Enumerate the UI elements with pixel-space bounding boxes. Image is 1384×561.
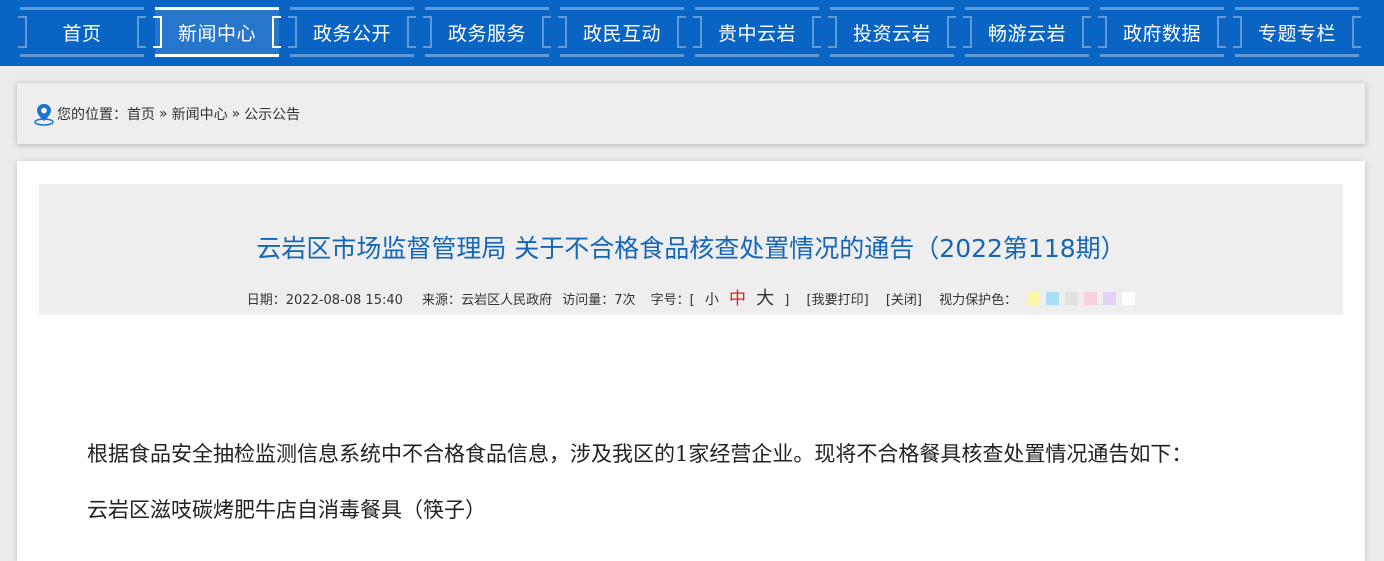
breadcrumb: 您的位置： 首页 » 新闻中心 » 公示公告 bbox=[17, 83, 1365, 144]
eye-color-purple-swatch[interactable] bbox=[1103, 292, 1117, 305]
nav-item-label: 畅游云岩 bbox=[987, 22, 1066, 45]
eye-color-pink-swatch[interactable] bbox=[1084, 292, 1098, 305]
article-header: 云岩区市场监督管理局 关于不合格食品核查处置情况的通告（2022第118期） 日… bbox=[39, 184, 1343, 315]
close-button[interactable]: [关闭] bbox=[886, 293, 922, 308]
nav-item-news-center[interactable]: 新闻中心 bbox=[153, 7, 281, 57]
article-meta: 日期：2022-08-08 15:40 来源：云岩区人民政府 访问量：7次 字号… bbox=[39, 289, 1343, 311]
eye-protect-label: 视力保护色： bbox=[939, 293, 1018, 308]
nav-item-label: 政务服务 bbox=[447, 22, 526, 45]
views-label: 访问量：7次 bbox=[562, 293, 636, 308]
nav-item-label: 政府数据 bbox=[1122, 22, 1201, 45]
source-label: 来源：云岩区人民政府 bbox=[422, 293, 553, 308]
font-large-button[interactable]: 大 bbox=[756, 288, 774, 309]
nav-item-guizhong[interactable]: 贵中云岩 bbox=[693, 7, 821, 57]
nav-item-invest[interactable]: 投资云岩 bbox=[828, 7, 956, 57]
nav-item-label: 首页 bbox=[62, 22, 102, 45]
nav-item-special[interactable]: 专题专栏 bbox=[1233, 7, 1361, 57]
nav-item-label: 投资云岩 bbox=[852, 22, 931, 45]
font-size-close-bracket: ] bbox=[784, 293, 790, 308]
eye-color-white-swatch[interactable] bbox=[1122, 292, 1136, 305]
nav-item-label: 贵中云岩 bbox=[717, 22, 796, 45]
nav-item-interaction[interactable]: 政民互动 bbox=[558, 7, 686, 57]
location-pin-icon bbox=[33, 102, 55, 126]
date-label: 日期：2022-08-08 15:40 bbox=[246, 293, 403, 308]
font-medium-button[interactable]: 中 bbox=[729, 289, 746, 309]
nav-item-home[interactable]: 首页 bbox=[18, 7, 146, 57]
article-card: 云岩区市场监督管理局 关于不合格食品核查处置情况的通告（2022第118期） 日… bbox=[17, 161, 1365, 561]
top-nav: 首页 新闻中心 政务公开 政务服务 政民互动 贵中云岩 投资云岩 畅游云岩 政府… bbox=[0, 0, 1384, 66]
breadcrumb-separator: » bbox=[231, 105, 241, 122]
breadcrumb-separator: » bbox=[159, 105, 168, 122]
eye-color-yellow-swatch[interactable] bbox=[1027, 292, 1041, 305]
breadcrumb-home-link[interactable]: 首页 bbox=[127, 104, 155, 124]
nav-item-label: 新闻中心 bbox=[177, 22, 256, 45]
print-button[interactable]: [我要打印] bbox=[807, 293, 869, 308]
nav-item-gov-open[interactable]: 政务公开 bbox=[288, 7, 416, 57]
font-size-label: 字号：[ bbox=[650, 293, 695, 308]
breadcrumb-news-link[interactable]: 新闻中心 bbox=[172, 104, 228, 124]
nav-item-label: 政务公开 bbox=[312, 22, 391, 45]
font-small-button[interactable]: 小 bbox=[705, 292, 719, 308]
eye-color-gray-swatch[interactable] bbox=[1065, 292, 1079, 305]
article-paragraph: 云岩区滋吱碳烤肥牛店自消毒餐具（筷子） bbox=[87, 498, 486, 522]
breadcrumb-current-link[interactable]: 公示公告 bbox=[244, 104, 300, 124]
views-value: 7次 bbox=[614, 293, 636, 308]
nav-item-label: 专题专栏 bbox=[1257, 22, 1336, 45]
nav-item-gov-data[interactable]: 政府数据 bbox=[1098, 7, 1226, 57]
nav-item-travel[interactable]: 畅游云岩 bbox=[963, 7, 1091, 57]
source-value: 云岩区人民政府 bbox=[461, 293, 553, 308]
nav-item-label: 政民互动 bbox=[582, 22, 661, 45]
article-paragraph: 根据食品安全抽检监测信息系统中不合格食品信息，涉及我区的1家经营企业。现将不合格… bbox=[87, 442, 1193, 466]
eye-color-blue-swatch[interactable] bbox=[1046, 292, 1060, 305]
nav-item-gov-service[interactable]: 政务服务 bbox=[423, 7, 551, 57]
article-title: 云岩区市场监督管理局 关于不合格食品核查处置情况的通告（2022第118期） bbox=[256, 234, 1126, 263]
breadcrumb-prefix: 您的位置： bbox=[57, 106, 127, 123]
publish-date: 2022-08-08 15:40 bbox=[285, 293, 403, 308]
